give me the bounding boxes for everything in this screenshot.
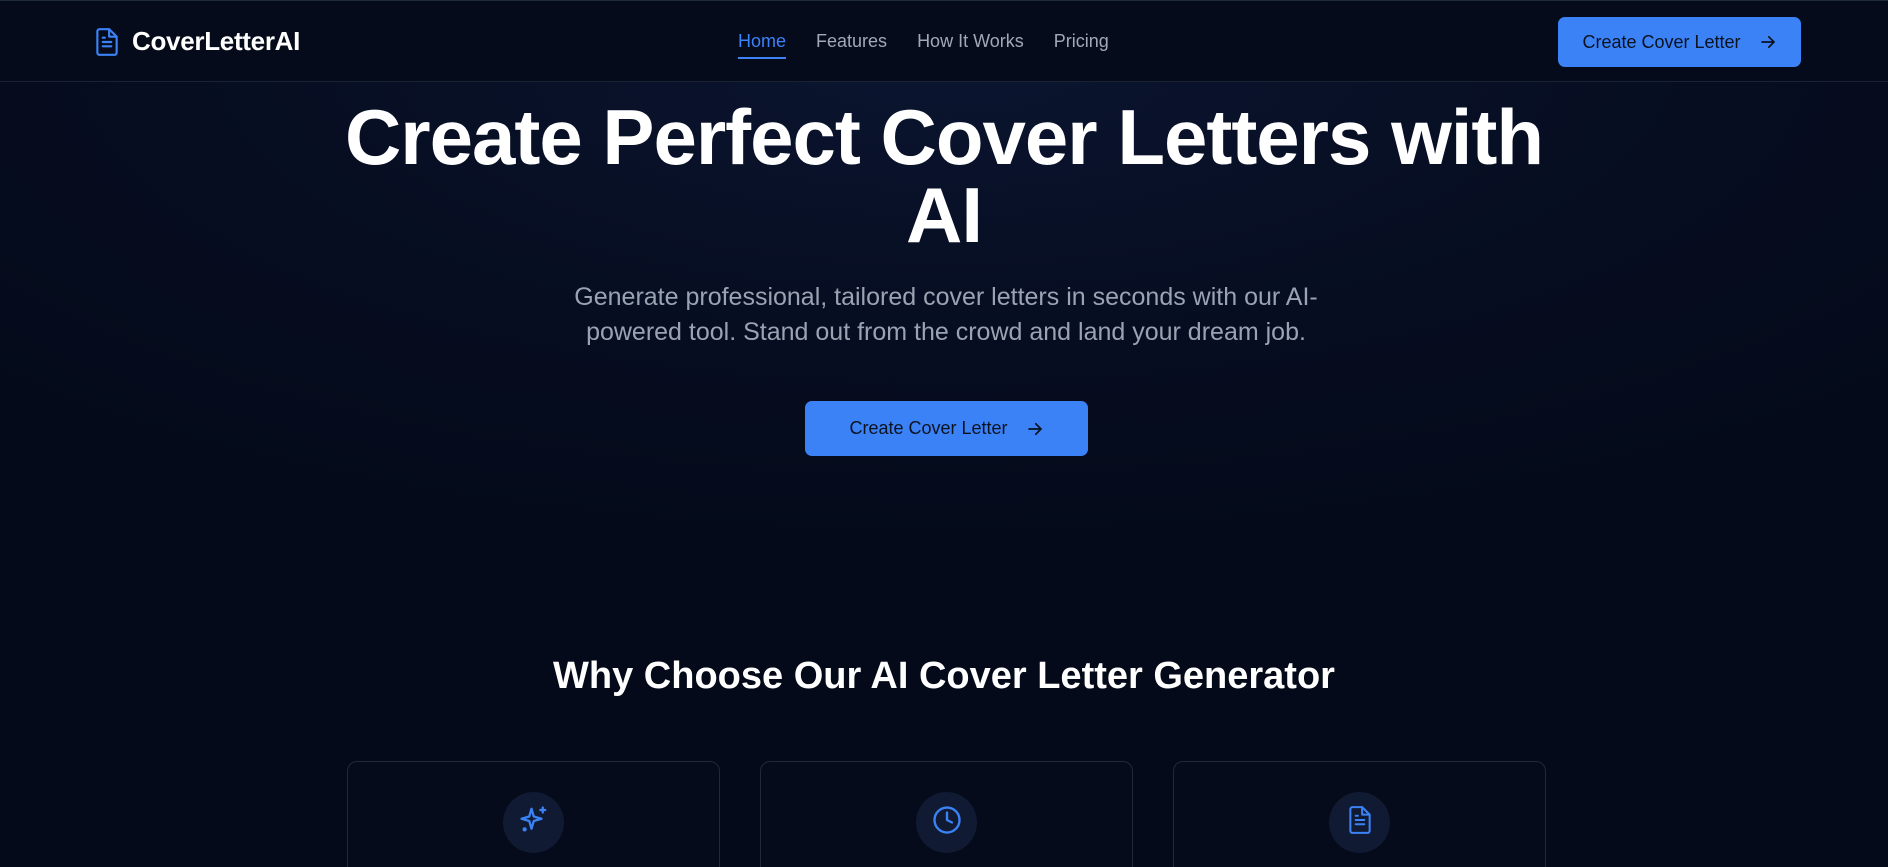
nav-create-cover-letter-button[interactable]: Create Cover Letter [1558, 17, 1801, 67]
nav-link-pricing[interactable]: Pricing [1054, 31, 1109, 59]
nav-link-features[interactable]: Features [816, 31, 887, 59]
brand-name: CoverLetterAI [132, 26, 301, 56]
hero-title-line-2: AI [906, 171, 983, 259]
feature-icon-badge [916, 792, 977, 853]
feature-icon-badge [503, 792, 564, 853]
feature-card [347, 761, 720, 867]
clock-icon [932, 805, 962, 840]
feature-card [1173, 761, 1546, 867]
hero-create-cover-letter-button[interactable]: Create Cover Letter [805, 401, 1088, 456]
arrow-right-icon [1026, 420, 1044, 438]
hero-cta-label: Create Cover Letter [849, 418, 1008, 438]
nav-link-home[interactable]: Home [738, 31, 787, 59]
nav-link-how-it-works[interactable]: How It Works [917, 31, 1024, 59]
brand-logo[interactable]: CoverLetterAI [94, 26, 300, 57]
hero-subtitle: Generate professional, tailored cover le… [574, 283, 1318, 346]
page: CoverLetterAI Home Features How It Works… [0, 0, 1888, 867]
navbar: CoverLetterAI Home Features How It Works… [0, 0, 1888, 82]
document-icon [94, 27, 120, 57]
features-section-title: Why Choose Our AI Cover Letter Generator [553, 655, 1335, 697]
document-icon [1346, 805, 1374, 840]
arrow-right-icon [1759, 33, 1777, 51]
nav-cta-label: Create Cover Letter [1582, 31, 1741, 52]
main-nav: Home Features How It Works Pricing [738, 31, 1109, 59]
sparkles-icon [519, 805, 549, 840]
feature-icon-badge [1329, 792, 1390, 853]
hero-title-line-1: Create Perfect Cover Letters with [344, 93, 1544, 181]
hero-title: Create Perfect Cover Letters with AI [0, 98, 1888, 254]
feature-card [760, 761, 1133, 867]
